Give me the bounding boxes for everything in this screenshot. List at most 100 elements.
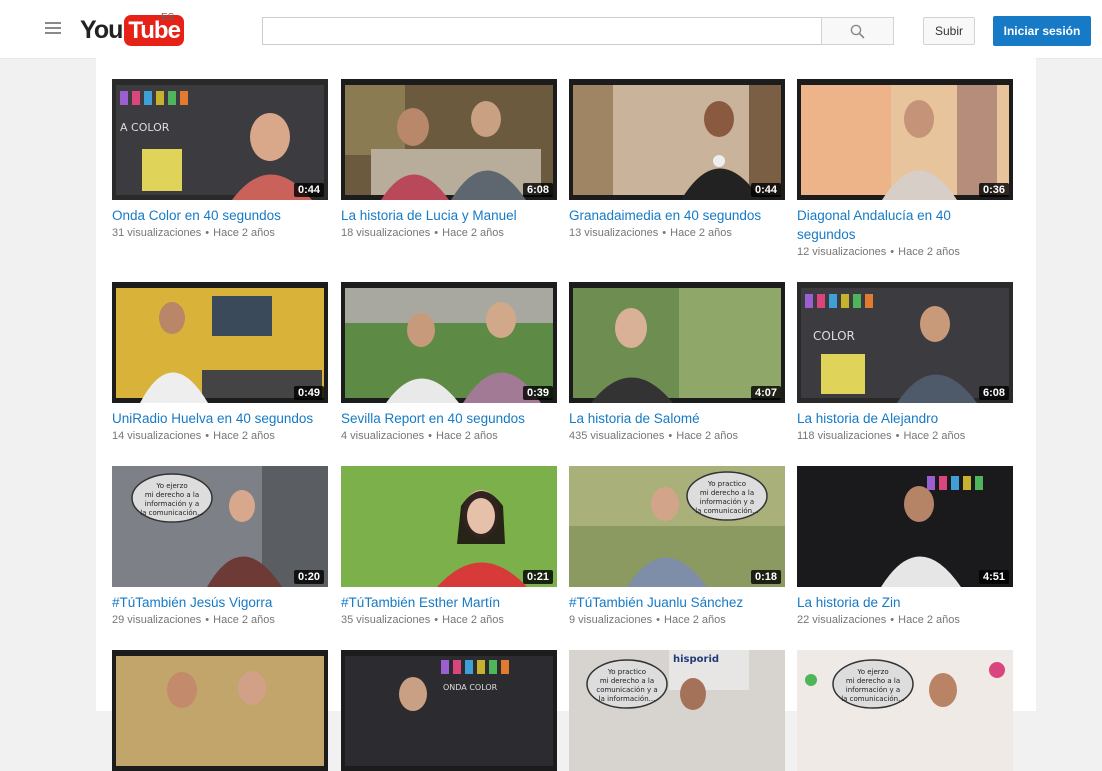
video-thumbnail[interactable]: 0:36	[797, 79, 1013, 200]
video-title[interactable]: Granadaimedia en 40 segundos	[569, 206, 779, 225]
upload-button[interactable]: Subir	[923, 17, 975, 45]
view-count: 13 visualizaciones	[569, 227, 659, 239]
meta-separator: •	[205, 227, 210, 239]
upload-age: Hace 2 años	[898, 614, 960, 626]
video-thumbnail[interactable]: COLOR 6:08	[797, 282, 1013, 403]
video-duration: 0:20	[293, 570, 324, 584]
video-thumbnail[interactable]: 0:49	[112, 282, 328, 403]
video-thumbnail[interactable]: Yo ejerzo mi derecho a la información y …	[112, 466, 328, 587]
svg-text:la comunicación...: la comunicación...	[140, 509, 204, 517]
video-duration: 6:08	[978, 386, 1009, 400]
video-card[interactable]: Yo practico mi derecho a la información …	[569, 466, 785, 628]
video-card[interactable]: COLOR 6:08 La historia de Alejandro 118 …	[797, 282, 1013, 444]
video-duration: 6:08	[522, 183, 553, 197]
logo-you-text: You	[80, 15, 123, 44]
sign-in-button[interactable]: Iniciar sesión	[993, 16, 1091, 46]
video-card[interactable]: 0:39 Sevilla Report en 40 segundos 4 vis…	[341, 282, 557, 444]
video-duration: 4:07	[750, 386, 781, 400]
svg-text:hisporid: hisporid	[673, 654, 719, 665]
video-duration: 0:44	[293, 183, 324, 197]
svg-text:la información...: la información...	[599, 695, 656, 703]
video-thumbnail[interactable]: 0:39	[341, 282, 557, 403]
view-count: 35 visualizaciones	[341, 614, 431, 626]
view-count: 12 visualizaciones	[797, 246, 887, 258]
upload-age: Hace 2 años	[898, 246, 960, 258]
meta-separator: •	[434, 227, 439, 239]
video-card[interactable]: 4:07 La historia de Salomé 435 visualiza…	[569, 282, 785, 444]
svg-text:mi derecho a la: mi derecho a la	[145, 491, 199, 499]
search-button[interactable]	[821, 17, 894, 45]
svg-text:A COLOR: A COLOR	[120, 121, 170, 134]
svg-text:información y a: información y a	[700, 498, 754, 506]
video-meta: 18 visualizaciones • Hace 2 años	[341, 225, 557, 241]
video-card[interactable]: 0:21 #TúTambién Esther Martín 35 visuali…	[341, 466, 557, 628]
video-title[interactable]: Sevilla Report en 40 segundos	[341, 409, 551, 428]
svg-text:la comunicación...: la comunicación...	[841, 695, 905, 703]
svg-text:mi derecho a la: mi derecho a la	[600, 677, 654, 685]
video-title[interactable]: La historia de Salomé	[569, 409, 779, 428]
meta-separator: •	[890, 614, 895, 626]
video-thumbnail[interactable]: A COLOR 0:44	[112, 79, 328, 200]
upload-age: Hace 2 años	[442, 227, 504, 239]
video-meta: 29 visualizaciones • Hace 2 años	[112, 612, 328, 628]
logo-country-code: ES	[161, 12, 175, 23]
video-card[interactable]: 0:36 Diagonal Andalucía en 40 segundos 1…	[797, 79, 1013, 260]
view-count: 22 visualizaciones	[797, 614, 887, 626]
upload-age: Hace 2 años	[670, 227, 732, 239]
video-duration: 0:49	[293, 386, 324, 400]
video-thumbnail[interactable]: 4:51	[797, 466, 1013, 587]
video-card[interactable]: Yo ejerzo mi derecho a la información y …	[112, 466, 328, 628]
video-thumbnail[interactable]: 0:44	[569, 79, 785, 200]
video-meta: 35 visualizaciones • Hace 2 años	[341, 612, 557, 628]
video-title[interactable]: #TúTambién Esther Martín	[341, 593, 551, 612]
view-count: 9 visualizaciones	[569, 614, 653, 626]
svg-text:Yo practico: Yo practico	[707, 480, 746, 488]
view-count: 18 visualizaciones	[341, 227, 431, 239]
video-meta: 118 visualizaciones • Hace 2 años	[797, 428, 1013, 444]
video-title[interactable]: #TúTambién Juanlu Sánchez	[569, 593, 779, 612]
upload-age: Hace 2 años	[903, 430, 966, 442]
video-meta: 22 visualizaciones • Hace 2 años	[797, 612, 1013, 628]
video-title[interactable]: La historia de Alejandro	[797, 409, 1007, 428]
video-title[interactable]: La historia de Lucia y Manuel	[341, 206, 551, 225]
video-card[interactable]: 0:44 Granadaimedia en 40 segundos 13 vis…	[569, 79, 785, 241]
video-thumbnail[interactable]: Yo practico mi derecho a la información …	[569, 466, 785, 587]
youtube-logo[interactable]: You Tube ES	[80, 12, 184, 46]
video-thumbnail[interactable]: 0:21	[341, 466, 557, 587]
video-card[interactable]: 4:51 La historia de Zin 22 visualizacion…	[797, 466, 1013, 628]
svg-text:Yo ejerzo: Yo ejerzo	[155, 482, 187, 490]
video-thumbnail[interactable]: 6:08	[341, 79, 557, 200]
view-count: 29 visualizaciones	[112, 614, 202, 626]
video-duration: 0:21	[522, 570, 553, 584]
video-card[interactable]: 6:08 La historia de Lucia y Manuel 18 vi…	[341, 79, 557, 241]
video-duration: 0:36	[978, 183, 1009, 197]
svg-text:comunicación y a: comunicación y a	[596, 686, 657, 694]
meta-separator: •	[428, 430, 433, 442]
meta-separator: •	[656, 614, 661, 626]
meta-separator: •	[662, 227, 667, 239]
video-meta: 435 visualizaciones • Hace 2 años	[569, 428, 785, 444]
video-title[interactable]: Diagonal Andalucía en 40 segundos	[797, 206, 1007, 244]
search-input[interactable]	[262, 17, 822, 45]
video-card[interactable]: 0:49 UniRadio Huelva en 40 segundos 14 v…	[112, 282, 328, 444]
video-duration: 0:18	[750, 570, 781, 584]
svg-text:COLOR: COLOR	[813, 329, 855, 343]
video-title[interactable]: UniRadio Huelva en 40 segundos	[112, 409, 322, 428]
view-count: 435 visualizaciones	[569, 430, 665, 442]
video-title[interactable]: #TúTambién Jesús Vigorra	[112, 593, 322, 612]
svg-text:Yo practico: Yo practico	[607, 668, 646, 676]
video-meta: 9 visualizaciones • Hace 2 años	[569, 612, 785, 628]
view-count: 4 visualizaciones	[341, 430, 425, 442]
video-duration: 4:51	[978, 570, 1009, 584]
guide-menu-icon[interactable]	[45, 22, 61, 34]
upload-age: Hace 2 años	[676, 430, 739, 442]
video-title[interactable]: La historia de Zin	[797, 593, 1007, 612]
video-card[interactable]: A COLOR 0:44 Onda Color en 40 segundos 3…	[112, 79, 328, 241]
svg-text:mi derecho a la: mi derecho a la	[846, 677, 900, 685]
video-thumbnail[interactable]: 4:07	[569, 282, 785, 403]
view-count: 31 visualizaciones	[112, 227, 202, 239]
video-meta: 31 visualizaciones • Hace 2 años	[112, 225, 328, 241]
video-title[interactable]: Onda Color en 40 segundos	[112, 206, 322, 225]
svg-text:la comunicación...: la comunicación...	[695, 507, 759, 515]
meta-separator: •	[205, 430, 210, 442]
